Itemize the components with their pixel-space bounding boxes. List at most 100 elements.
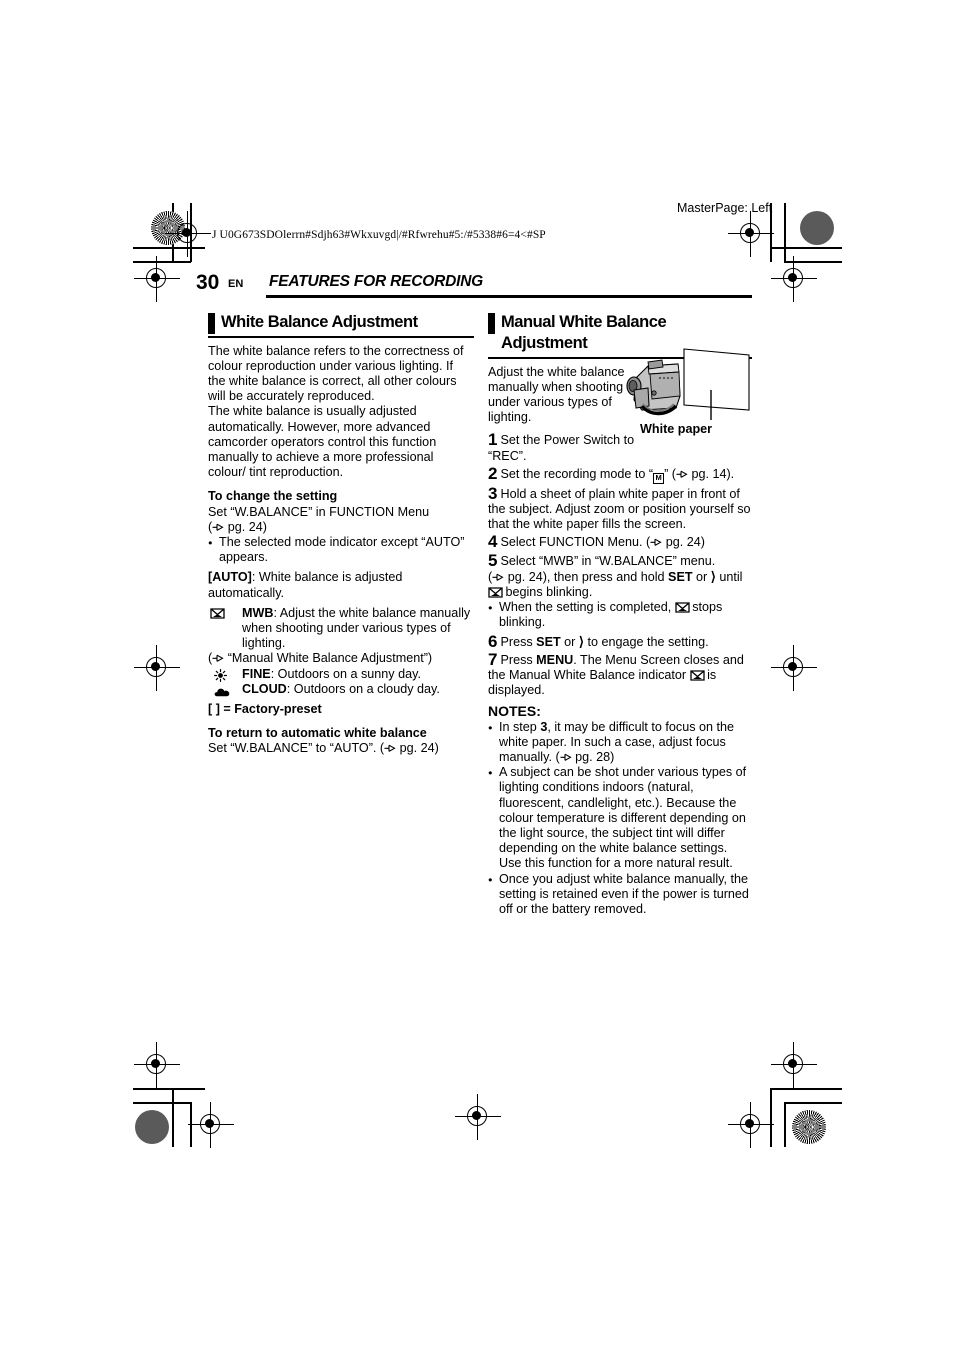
hand-pointer-icon	[212, 521, 224, 531]
locale-label: EN	[228, 278, 244, 290]
registration-mark	[134, 645, 180, 691]
set-key-label: SET	[536, 634, 561, 649]
step-text: Select “MWB” in “W.BALANCE” menu.	[500, 553, 716, 568]
registration-mark	[165, 211, 211, 257]
note1-pgref: pg. 28)	[575, 749, 615, 764]
step-3: 3 Hold a sheet of plain white paper in fr…	[488, 485, 752, 533]
section-title: White Balance Adjustment	[221, 313, 418, 331]
heading-bar-icon	[208, 313, 215, 334]
hand-pointer-icon	[650, 536, 662, 547]
crop-line	[770, 1088, 842, 1090]
subheading-return-auto: To return to automatic white balance	[208, 726, 427, 741]
mwb-envelope-icon	[210, 608, 225, 623]
mwb-envelope-icon	[689, 670, 705, 681]
chapter-title: FEATURES FOR RECORDING	[269, 273, 484, 290]
illustration-caption: White paper	[640, 422, 713, 436]
intro-paragraph-2: The white balance is usually adjusted au…	[208, 404, 437, 480]
step-number: 2	[488, 463, 498, 483]
manual-intro: Adjust the white balance manually when s…	[488, 364, 625, 425]
step6-or: or	[560, 634, 579, 649]
crop-line	[784, 203, 786, 262]
intro-paragraph-1: The white balance refers to the correctn…	[208, 343, 464, 404]
print-slug-code: J U0G673SDOlerrn#Sdjh63#Wkxuvgd|/#Rfwreh…	[212, 229, 546, 241]
bullet-text-a: When the setting is completed,	[499, 600, 675, 615]
header-rule	[266, 295, 752, 298]
registration-mark	[188, 1102, 234, 1148]
step-1: 1 Set the Power Switch to “REC”.	[488, 430, 638, 463]
step-text-pre: Select FUNCTION Menu. (	[500, 535, 651, 550]
masterpage-label: MasterPage: Left	[677, 201, 773, 215]
step-number: 4	[488, 532, 498, 552]
left-column: White Balance Adjustment The white balan…	[208, 312, 474, 757]
mode-m-icon: M	[653, 472, 665, 484]
return-auto-text: Set “W.BALANCE” to “AUTO”. ( pg. 24)	[208, 741, 474, 756]
change-setting-line: Set “W.BALANCE” in FUNCTION Menu	[208, 504, 430, 519]
factory-preset-text: [ ] = Factory-preset	[208, 701, 322, 716]
note-3: Once you adjust white balance manually, …	[488, 872, 752, 918]
step5-until: until	[715, 569, 743, 584]
section-rule	[208, 336, 474, 338]
crop-line	[172, 1088, 174, 1147]
change-setting-pgref: ( pg. 24)	[208, 519, 267, 534]
registration-mark	[728, 211, 774, 257]
hand-pointer-icon	[676, 468, 688, 478]
registration-mark	[771, 1042, 817, 1088]
registration-mark	[455, 1094, 501, 1140]
step-text-post: ” (	[664, 466, 676, 481]
page-header: 30 EN FEATURES FOR RECORDING	[196, 272, 756, 304]
mwb-label: MWB	[242, 605, 274, 620]
step5-pgref: pg. 24), then press and hold	[507, 569, 669, 584]
mwb-crossref: ( “Manual White Balance Adjustment”)	[208, 651, 433, 666]
step7-pre: Press	[500, 652, 537, 667]
subheading-change-setting: To change the setting	[208, 489, 338, 504]
note-2: A subject can be shot under various type…	[488, 765, 752, 871]
fine-label: FINE	[242, 666, 271, 681]
step-text: Set the Power Switch to “REC”.	[488, 433, 635, 463]
mwb-text: : Adjust the white balance manually when…	[242, 605, 471, 651]
crop-line	[784, 1102, 786, 1147]
registration-mark	[728, 1102, 774, 1148]
crop-line	[133, 1088, 205, 1090]
density-star-target	[792, 1110, 826, 1144]
step-5-blink-line: begins blinking.	[488, 585, 752, 600]
step-number: 6	[488, 631, 498, 651]
registration-mark	[771, 256, 817, 302]
factory-preset-note: [ ] = Factory-preset	[208, 702, 474, 717]
density-solid-target	[135, 1110, 169, 1144]
return-auto-text-a: Set “W.BALANCE” to “AUTO”. (	[208, 741, 385, 756]
step-text: Hold a sheet of plain white paper in fro…	[488, 486, 751, 532]
auto-label: [AUTO]	[208, 570, 252, 585]
fine-definition: FINE: Outdoors on a sunny day.	[208, 667, 474, 682]
step-5-continued: ( pg. 24), then press and hold SET or ⟩ …	[488, 568, 743, 584]
mwb-envelope-icon	[675, 602, 690, 613]
registration-mark	[134, 1042, 180, 1088]
hand-pointer-icon	[492, 571, 504, 581]
auto-definition: [AUTO]: White balance is adjusted automa…	[208, 570, 474, 600]
return-auto-text-b: pg. 24)	[399, 741, 439, 756]
step-2: 2 Set the recording mode to “M” ( pg. 14)…	[488, 463, 752, 484]
step-number: 1	[488, 430, 498, 450]
mwb-crossref-text: “Manual White Balance Adjustment”)	[227, 651, 433, 666]
registration-mark	[134, 256, 180, 302]
crop-line	[784, 1102, 842, 1104]
mwb-envelope-icon	[488, 587, 503, 598]
step-number: 5	[488, 550, 498, 570]
step4-pgref: pg. 24)	[665, 535, 705, 550]
change-setting-bullet: The selected mode indicator except “AUTO…	[208, 535, 474, 565]
step5-blink-text: begins blinking.	[502, 584, 593, 599]
set-key-label: SET	[668, 569, 693, 584]
document-page: J U0G673SDOlerrn#Sdjh63#Wkxuvgd|/#Rfwreh…	[0, 0, 954, 1351]
cloud-icon	[214, 686, 230, 701]
cloud-definition: CLOUD: Outdoors on a cloudy day.	[208, 682, 474, 697]
hand-pointer-icon	[212, 652, 224, 663]
page-number: 30	[196, 271, 220, 294]
fine-text: : Outdoors on a sunny day.	[270, 666, 421, 681]
menu-key-label: MENU	[536, 652, 574, 667]
crop-line	[133, 1102, 191, 1104]
cloud-text: : Outdoors on a cloudy day.	[286, 681, 440, 696]
density-solid-target	[800, 211, 834, 245]
step2-pgref: pg. 14).	[691, 466, 735, 481]
step6-pre: Press	[500, 634, 537, 649]
step-number: 7	[488, 649, 498, 669]
note-1: In step 3, it may be difficult to focus …	[488, 720, 752, 766]
